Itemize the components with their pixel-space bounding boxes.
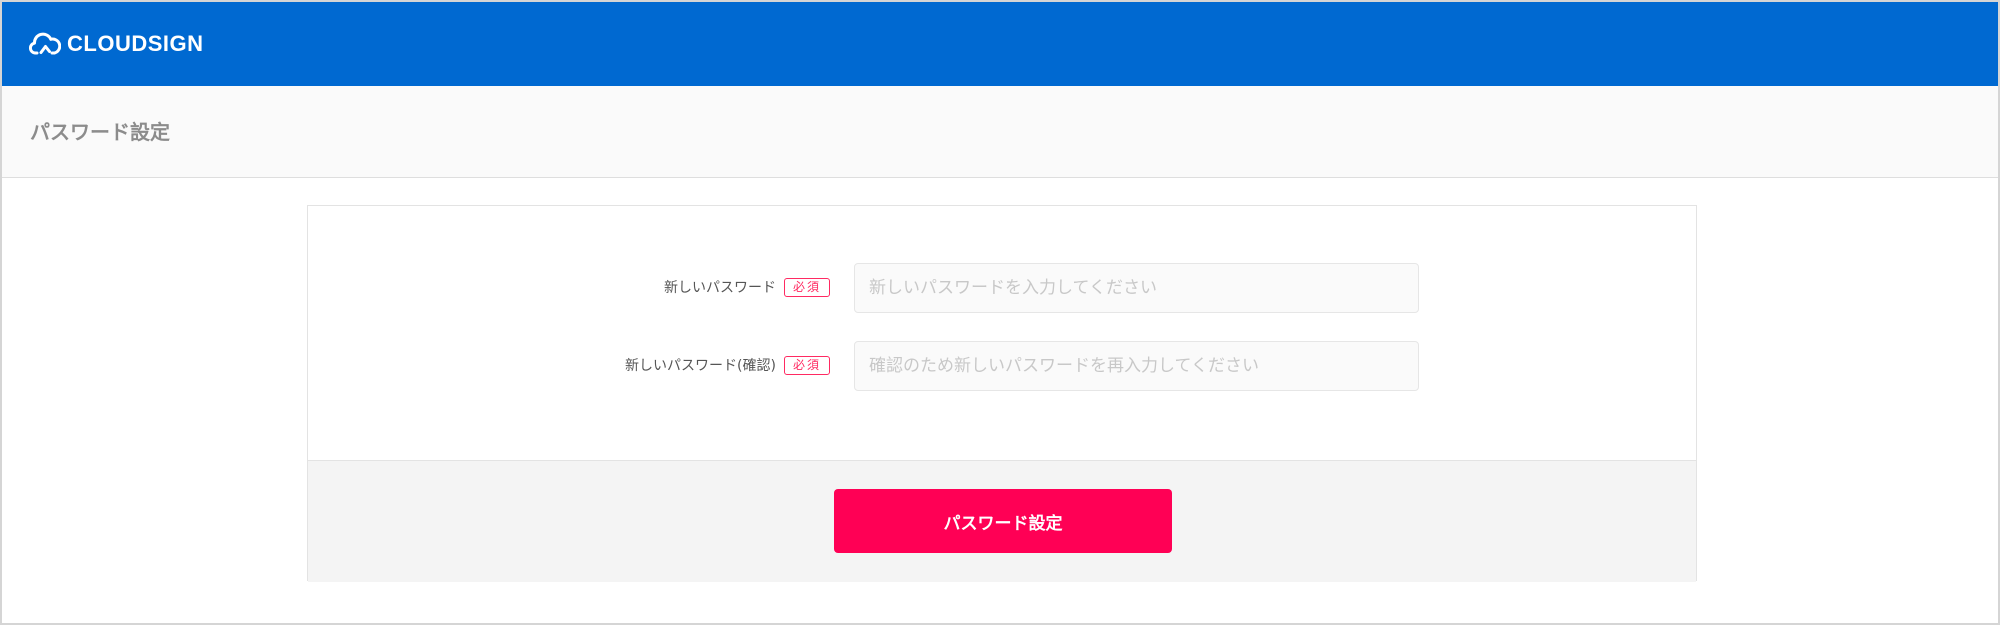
- new-password-label-group: 新しいパスワード 必須: [664, 277, 830, 297]
- top-header-bar: CLOUDSIGN: [2, 2, 1998, 86]
- required-badge: 必須: [783, 277, 830, 297]
- confirm-password-row: 新しいパスワード(確認) 必須: [308, 341, 1696, 391]
- app-window: CLOUDSIGN パスワード設定 新しいパスワード 必須 新しいパスワード(確…: [0, 0, 2000, 625]
- new-password-input[interactable]: [854, 263, 1419, 313]
- required-badge: 必須: [783, 355, 830, 375]
- confirm-password-label-group: 新しいパスワード(確認) 必須: [625, 355, 830, 375]
- brand-logo[interactable]: CLOUDSIGN: [29, 29, 204, 59]
- confirm-password-input[interactable]: [854, 341, 1419, 391]
- new-password-row: 新しいパスワード 必須: [308, 263, 1696, 313]
- form-body: 新しいパスワード 必須 新しいパスワード(確認) 必須: [308, 206, 1696, 461]
- cloud-sign-icon: [29, 31, 61, 57]
- brand-name: CLOUDSIGN: [67, 31, 204, 56]
- page-title-bar: パスワード設定: [2, 86, 1998, 178]
- form-footer: パスワード設定: [308, 461, 1696, 582]
- confirm-password-label: 新しいパスワード(確認): [625, 358, 776, 374]
- set-password-button[interactable]: パスワード設定: [834, 489, 1172, 553]
- password-form-card: 新しいパスワード 必須 新しいパスワード(確認) 必須 パスワード設定: [307, 205, 1697, 582]
- page-title: パスワード設定: [30, 120, 170, 144]
- new-password-label: 新しいパスワード: [663, 280, 776, 296]
